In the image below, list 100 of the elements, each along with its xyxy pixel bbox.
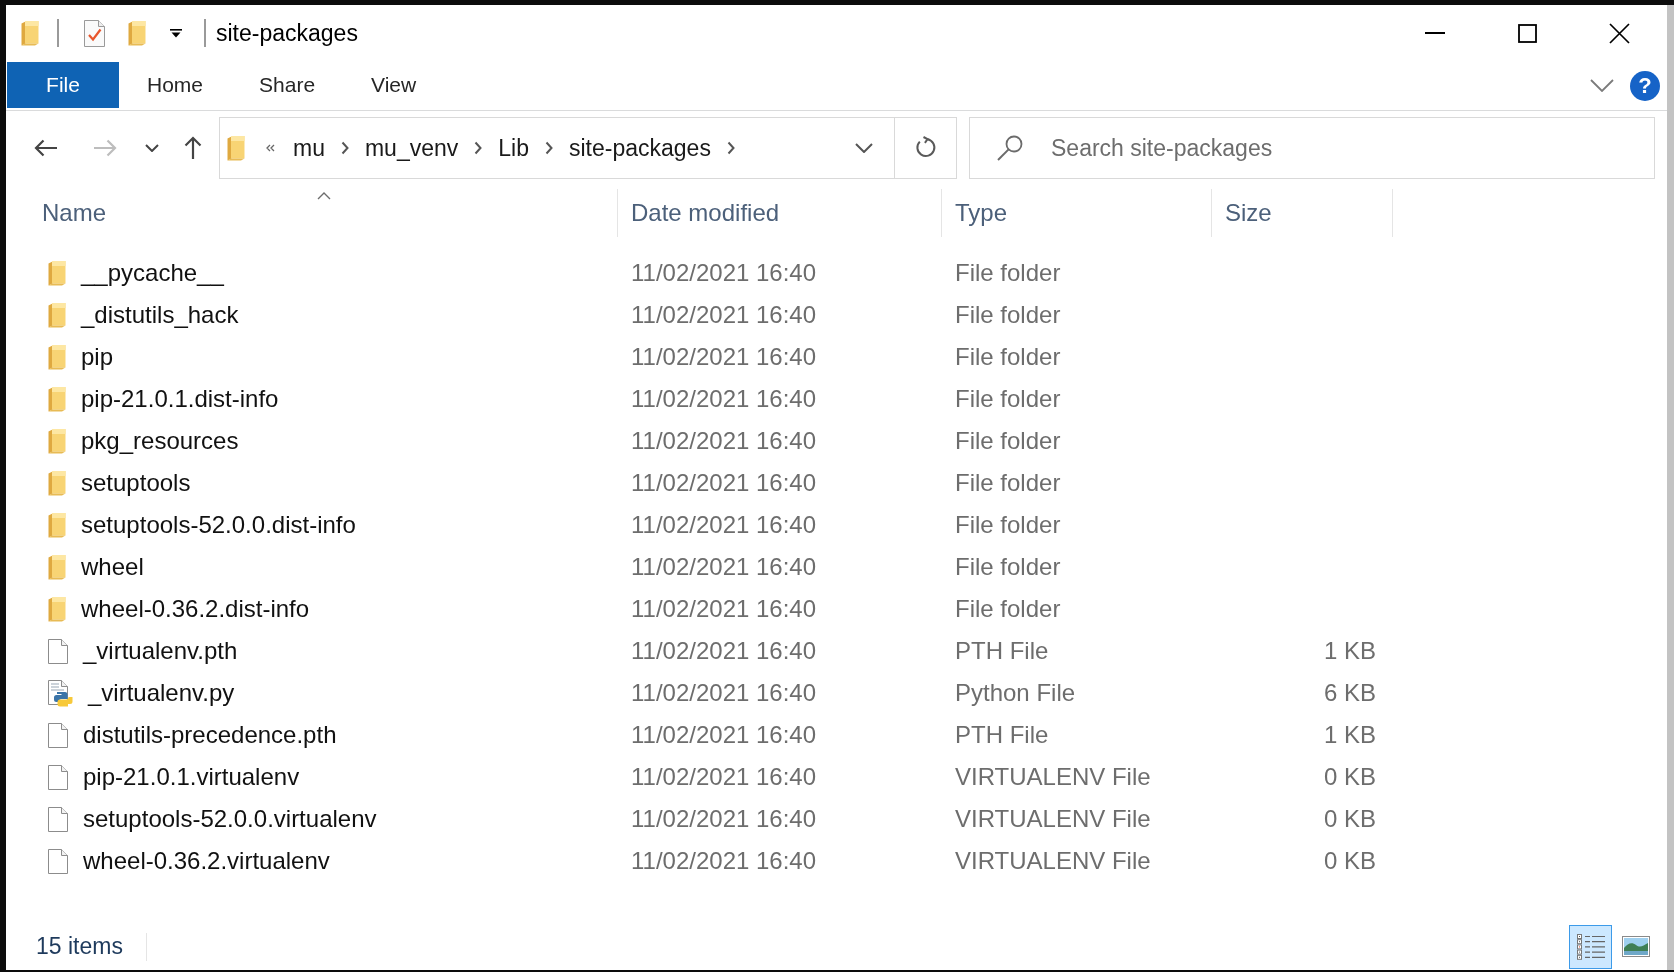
file-row[interactable]: distutils-precedence.pth 11/02/2021 16:40 PTH File 1 KB <box>30 714 1393 756</box>
chevron-right-icon[interactable] <box>726 141 735 155</box>
file-row[interactable]: pip-21.0.1.dist-info 11/02/2021 16:40 File folder <box>30 378 1393 420</box>
file-row[interactable]: pip-21.0.1.virtualenv 11/02/2021 16:40 VIRTUALENV File 0 KB <box>30 756 1393 798</box>
modified-date: 11/02/2021 16:40 <box>631 259 817 287</box>
file-name: _distutils_hack <box>81 301 239 329</box>
chevron-down-icon <box>855 143 873 153</box>
file-icon <box>48 764 68 790</box>
search-icon <box>996 134 1024 162</box>
modified-date: 11/02/2021 16:40 <box>631 595 817 623</box>
close-icon <box>1608 22 1630 44</box>
folder-icon <box>21 20 39 46</box>
refresh-icon <box>913 136 938 160</box>
file-row[interactable]: _virtualenv.pth 11/02/2021 16:40 PTH File 1 KB <box>30 630 1393 672</box>
file-size: 0 KB <box>1323 805 1376 833</box>
folder-icon <box>48 596 66 622</box>
address-bar[interactable]: mu mu_venv Lib site-packages <box>219 117 957 179</box>
file-row[interactable]: __pycache__ 11/02/2021 16:40 File folder <box>30 252 1393 294</box>
modified-date: 11/02/2021 16:40 <box>631 469 817 497</box>
file-row[interactable]: wheel-0.36.2.dist-info 11/02/2021 16:40 File folder <box>30 588 1393 630</box>
window-title: site-packages <box>216 19 358 47</box>
file-name: wheel-0.36.2.virtualenv <box>83 847 330 875</box>
file-name: setuptools-52.0.0.virtualenv <box>83 805 377 833</box>
sort-ascending-icon <box>316 192 331 200</box>
folder-icon <box>48 386 66 412</box>
modified-date: 11/02/2021 16:40 <box>631 385 817 413</box>
modified-date: 11/02/2021 16:40 <box>631 847 817 875</box>
landscape-icon <box>1622 936 1650 957</box>
details-list-icon <box>1575 932 1606 961</box>
column-header[interactable]: Name <box>30 189 618 237</box>
file-tab[interactable]: File <box>7 62 119 108</box>
details-view-button[interactable] <box>1569 924 1612 969</box>
file-type: File folder <box>955 385 1061 413</box>
folder-icon <box>48 260 66 286</box>
file-row[interactable]: wheel-0.36.2.virtualenv 11/02/2021 16:40 VIRTUALENV File 0 KB <box>30 840 1393 882</box>
file-size: 6 KB <box>1323 679 1376 707</box>
thumbnail-view-button[interactable] <box>1621 935 1651 958</box>
file-name: _virtualenv.pth <box>83 637 238 665</box>
breadcrumb[interactable]: mu <box>293 134 325 162</box>
file-row[interactable]: _distutils_hack 11/02/2021 16:40 File folder <box>30 294 1393 336</box>
file-name: wheel-0.36.2.dist-info <box>81 595 310 623</box>
dropdown-caret-icon[interactable] <box>170 28 182 38</box>
modified-date: 11/02/2021 16:40 <box>631 805 817 833</box>
arrow-left-icon <box>34 139 58 157</box>
file-type: VIRTUALENV File <box>955 763 1151 791</box>
breadcrumb[interactable]: site-packages <box>569 134 711 162</box>
file-name: __pycache__ <box>81 259 224 287</box>
chevron-right-icon[interactable] <box>474 141 483 155</box>
folder-icon <box>48 344 66 370</box>
chevron-right-icon[interactable] <box>545 141 553 155</box>
breadcrumb[interactable]: Lib <box>498 134 529 162</box>
file-row[interactable]: setuptools-52.0.0.dist-info 11/02/2021 16:40 File folder <box>30 504 1393 546</box>
file-name: setuptools <box>81 469 191 497</box>
file-type: File folder <box>955 553 1061 581</box>
item-count: 15 items <box>36 933 123 960</box>
maximize-icon <box>1517 23 1537 43</box>
python-file-icon <box>48 679 73 707</box>
file-name: pkg_resources <box>81 427 239 455</box>
chevron-right-icon[interactable] <box>340 141 349 155</box>
file-type: Python File <box>955 679 1076 707</box>
file-type: VIRTUALENV File <box>955 847 1151 875</box>
chevron-down-icon <box>145 144 159 152</box>
modified-date: 11/02/2021 16:40 <box>631 553 817 581</box>
file-type: PTH File <box>955 637 1049 665</box>
chevron-down-icon <box>1590 79 1614 92</box>
file-name: distutils-precedence.pth <box>83 721 337 749</box>
file-row[interactable]: setuptools-52.0.0.virtualenv 11/02/2021 16:40 VIRTUALENV File 0 KB <box>30 798 1393 840</box>
properties-icon[interactable] <box>84 19 105 47</box>
breadcrumb[interactable]: mu_venv <box>364 134 459 162</box>
file-size: 1 KB <box>1323 637 1376 665</box>
column-header[interactable]: Size <box>1212 189 1393 237</box>
file-name: pip <box>81 343 114 371</box>
column-header[interactable]: Type <box>942 189 1212 237</box>
help-button[interactable]: ? <box>1630 70 1660 101</box>
file-name: pip-21.0.1.dist-info <box>81 385 279 413</box>
modified-date: 11/02/2021 16:40 <box>631 343 817 371</box>
file-type: File folder <box>955 427 1061 455</box>
modified-date: 11/02/2021 16:40 <box>631 721 817 749</box>
file-row[interactable]: pkg_resources 11/02/2021 16:40 File folder <box>30 420 1393 462</box>
folder-icon <box>48 302 66 328</box>
file-size: 0 KB <box>1323 847 1376 875</box>
modified-date: 11/02/2021 16:40 <box>631 511 817 539</box>
file-name: setuptools-52.0.0.dist-info <box>81 511 356 539</box>
minimize-icon <box>1425 32 1445 34</box>
file-row[interactable]: _virtualenv.py 11/02/2021 16:40 Python File 6 KB <box>30 672 1393 714</box>
file-name: wheel <box>81 553 144 581</box>
search-field[interactable]: Search site-packages <box>969 117 1655 179</box>
file-type: File folder <box>955 301 1061 329</box>
modified-date: 11/02/2021 16:40 <box>631 763 817 791</box>
column-header[interactable]: Date modified <box>618 189 942 237</box>
modified-date: 11/02/2021 16:40 <box>631 637 817 665</box>
file-icon <box>48 722 68 748</box>
file-row[interactable]: setuptools 11/02/2021 16:40 File folder <box>30 462 1393 504</box>
file-type: File folder <box>955 469 1061 497</box>
file-row[interactable]: pip 11/02/2021 16:40 File folder <box>30 336 1393 378</box>
folder-icon <box>227 135 245 161</box>
double-chevron-left-icon[interactable] <box>265 144 275 152</box>
file-row[interactable]: wheel 11/02/2021 16:40 File folder <box>30 546 1393 588</box>
file-type: File folder <box>955 343 1061 371</box>
file-name: _virtualenv.py <box>88 679 235 707</box>
